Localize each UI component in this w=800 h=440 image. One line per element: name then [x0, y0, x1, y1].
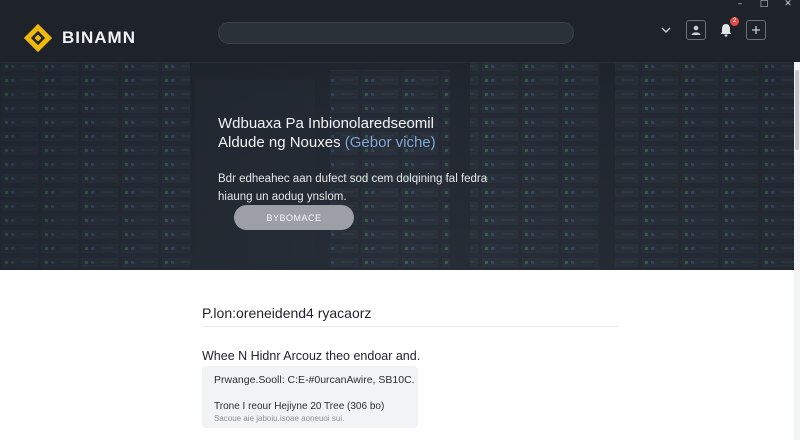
hero-title: Wdbuaxa Pa Inbionolaredseomil Aldude ng …: [218, 114, 548, 152]
main-content: P.lon:oreneidend4 ryacaorz Whee N Hidnr …: [0, 270, 800, 440]
info-card-line-3: Sacoue aie jaboiu.isoae aoneuoi sui.: [214, 414, 345, 423]
notification-badge: 2: [730, 17, 739, 26]
close-icon[interactable]: ✕: [776, 0, 800, 10]
info-card-line-2: Trone I reour Hejiyne 20 Tree (306 bo): [214, 401, 385, 412]
section-divider: [202, 326, 618, 327]
notifications-button[interactable]: 2: [716, 17, 739, 40]
search-input[interactable]: [218, 22, 574, 44]
scrollbar-thumb[interactable]: [795, 70, 799, 150]
info-card[interactable]: Prwange.Sooll: C:E-#0urcanAwire, SB10C. …: [202, 366, 418, 428]
add-button[interactable]: [746, 20, 766, 40]
hero-title-line2: Aldude ng Nouxes: [218, 134, 341, 151]
brand-logo[interactable]: BINAMN: [24, 24, 136, 52]
section-title: P.lon:oreneidend4 ryacaorz: [202, 305, 372, 321]
plus-icon: [752, 26, 760, 34]
hero-title-accent: (Gebor viche): [344, 134, 436, 151]
user-icon: [691, 25, 701, 35]
account-button[interactable]: [686, 20, 706, 40]
hero-copy: Wdbuaxa Pa Inbionolaredseomil Aldude ng …: [218, 114, 548, 206]
top-navbar: BINAMN 2: [0, 0, 800, 63]
nav-actions: 2: [656, 17, 766, 40]
app-window: BINAMN 2 Wdbuaxa Pa Inbionolaredseomil A…: [0, 0, 800, 440]
hero-title-line1: Wdbuaxa Pa Inbionolaredseomil: [218, 115, 434, 132]
info-card-line-1: Prwange.Sooll: C:E-#0urcanAwire, SB10C.: [214, 374, 415, 386]
language-dropdown[interactable]: [656, 20, 676, 40]
chevron-down-icon: [661, 27, 671, 33]
diamond-logo-icon: [24, 24, 52, 52]
section-lead: Whee N Hidnr Arcouz theo endoar and.: [202, 349, 421, 363]
hero-subtitle: Bdr edheahec aan dufect sod cem dolqinin…: [218, 173, 488, 203]
maximize-icon[interactable]: □: [752, 0, 776, 10]
hero-cta-button[interactable]: BYBOMACE: [234, 205, 354, 230]
brand-name: BINAMN: [62, 28, 136, 47]
hero-banner: BINAMN 2 Wdbuaxa Pa Inbionolaredseomil A…: [0, 0, 800, 270]
window-controls: – □ ✕: [728, 0, 800, 10]
minimize-icon[interactable]: –: [728, 0, 752, 10]
